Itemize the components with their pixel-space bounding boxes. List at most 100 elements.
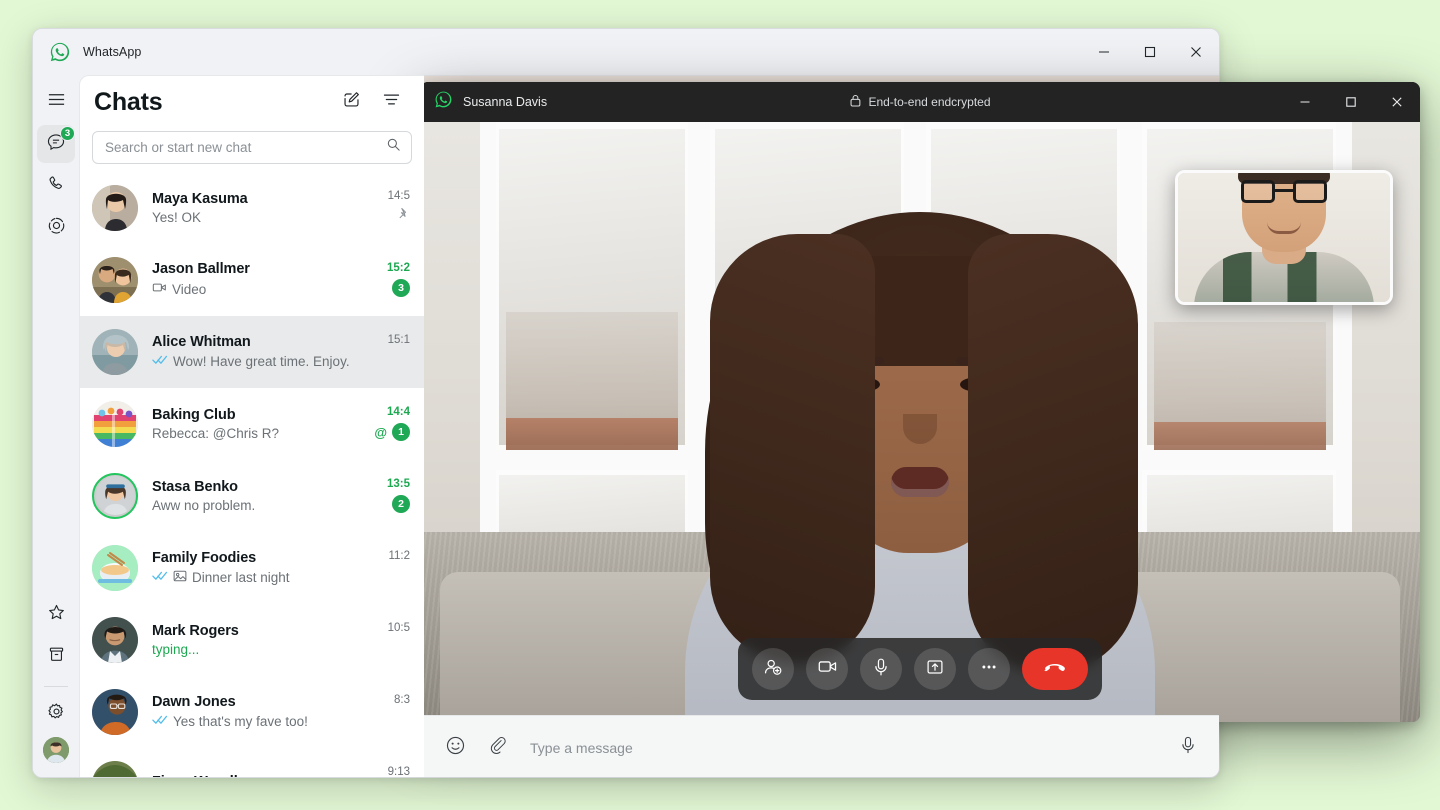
- message-composer: [424, 715, 1219, 777]
- chat-meta: Alice Whitman Wow! Have great time. Enjo…: [152, 334, 366, 369]
- gear-icon: [47, 702, 66, 726]
- avatar: [92, 616, 138, 663]
- chat-time: 14:5: [387, 190, 410, 202]
- table-row[interactable]: Ziggy Woodley 9:13: [80, 748, 424, 777]
- chat-time: 15:1: [387, 334, 410, 346]
- table-row[interactable]: Jason Ballmer Video 15:2 3: [80, 244, 424, 316]
- avatar: [92, 472, 138, 519]
- hamburger-menu-icon: [47, 90, 66, 114]
- preview-text: Dinner last night: [192, 569, 290, 585]
- video-call-window: Susanna Davis End-to-end endcrypted: [420, 82, 1420, 722]
- chat-right: 13:5 2: [366, 478, 410, 513]
- voice-message-button[interactable]: [1175, 735, 1201, 761]
- unread-badge: 1: [392, 423, 410, 441]
- chat-meta: Maya Kasuma Yes! OK: [152, 191, 366, 225]
- maximize-button[interactable]: [1127, 29, 1173, 75]
- message-input[interactable]: [530, 739, 1159, 756]
- more-options-button[interactable]: [968, 648, 1010, 690]
- sidebar-item-settings[interactable]: [37, 695, 75, 733]
- chat-name: Alice Whitman: [152, 334, 251, 350]
- chat-name: Mark Rogers: [152, 622, 239, 639]
- video-camera-icon: [817, 656, 838, 682]
- screen-share-icon: [925, 657, 945, 682]
- new-chat-button[interactable]: [334, 85, 368, 119]
- add-participant-button[interactable]: [752, 648, 794, 690]
- double-check-icon: [152, 353, 168, 369]
- toggle-camera-button[interactable]: [806, 648, 848, 690]
- unread-badge: 3: [392, 279, 410, 297]
- chat-meta: Ziggy Woodley: [152, 774, 366, 777]
- chat-right: 10:5: [366, 622, 410, 657]
- sidebar-item-starred[interactable]: [37, 596, 75, 634]
- whatsapp-logo-icon: [434, 90, 453, 114]
- paperclip-icon: [487, 735, 508, 761]
- chat-list-header: Chats: [80, 76, 424, 129]
- chat-right: 15:1: [366, 334, 410, 369]
- call-minimize-button[interactable]: [1282, 82, 1328, 122]
- chat-right: 8:3: [366, 694, 410, 729]
- attach-button[interactable]: [484, 735, 510, 761]
- chats-unread-badge: 3: [60, 126, 75, 141]
- end-call-button[interactable]: [1022, 648, 1088, 690]
- sidebar-item-chats[interactable]: 3: [37, 125, 75, 163]
- avatar: [92, 400, 138, 447]
- whatsapp-logo-icon: [49, 41, 71, 63]
- emoji-button[interactable]: [442, 735, 468, 761]
- call-caller-info: Susanna Davis: [434, 90, 547, 114]
- nav-divider: [44, 686, 68, 687]
- minimize-button[interactable]: [1081, 29, 1127, 75]
- table-row[interactable]: Mark Rogers typing... 10:5: [80, 604, 424, 676]
- avatar: [92, 544, 138, 591]
- end-call-handset-icon: [1042, 654, 1068, 685]
- call-caller-name: Susanna Davis: [463, 95, 548, 109]
- encryption-label: End-to-end endcrypted: [868, 95, 991, 109]
- chat-preview: Rebecca: @Chris R?: [152, 426, 358, 441]
- chat-meta: Baking Club Rebecca: @Chris R?: [152, 407, 366, 441]
- sidebar-item-archived[interactable]: [37, 638, 75, 676]
- sidebar-item-status[interactable]: [37, 209, 75, 247]
- table-row[interactable]: Dawn Jones Yes that's my fave too! 8:3: [80, 676, 424, 748]
- toggle-microphone-button[interactable]: [860, 648, 902, 690]
- search-container: [80, 129, 424, 172]
- search-box[interactable]: [92, 130, 412, 164]
- self-view-video[interactable]: [1175, 170, 1393, 305]
- call-close-button[interactable]: [1374, 82, 1420, 122]
- chat-meta: Dawn Jones Yes that's my fave too!: [152, 694, 366, 729]
- page-title: Chats: [94, 87, 163, 116]
- avatar: [92, 328, 138, 375]
- table-row[interactable]: Maya Kasuma Yes! OK 14:5: [80, 172, 424, 244]
- badge-row: [397, 207, 410, 225]
- call-maximize-button[interactable]: [1328, 82, 1374, 122]
- table-row[interactable]: Stasa Benko Aww no problem. 13:5 2: [80, 460, 424, 532]
- filter-lines-icon: [382, 90, 401, 114]
- preview-text: Wow! Have great time. Enjoy.: [173, 353, 350, 369]
- chat-time: 15:2: [386, 262, 410, 274]
- sidebar-item-calls[interactable]: [37, 167, 75, 205]
- table-row[interactable]: Baking Club Rebecca: @Chris R? 14:4 @ 1: [80, 388, 424, 460]
- table-row[interactable]: Alice Whitman Wow! Have great time. Enjo…: [80, 315, 424, 388]
- filter-chats-button[interactable]: [374, 85, 408, 119]
- chat-meta: Jason Ballmer Video: [152, 261, 366, 298]
- hamburger-menu-button[interactable]: [37, 83, 75, 121]
- search-icon: [386, 137, 401, 157]
- double-check-icon: [152, 569, 168, 585]
- chat-list-scroll[interactable]: Maya Kasuma Yes! OK 14:5 Jason Ballmer V…: [80, 172, 424, 777]
- profile-avatar[interactable]: [43, 737, 69, 763]
- video-camera-icon: [152, 280, 167, 298]
- chat-preview: Yes! OK: [152, 210, 358, 225]
- lock-icon: [849, 94, 861, 110]
- chat-name: Family Foodies: [152, 549, 257, 566]
- search-input[interactable]: [105, 139, 386, 155]
- chat-right: 14:5: [366, 190, 410, 225]
- table-row[interactable]: Family Foodies Dinner last night 11:2: [80, 532, 424, 604]
- chat-name: Maya Kasuma: [152, 190, 248, 207]
- chat-meta: Family Foodies Dinner last night: [152, 550, 366, 586]
- close-button[interactable]: [1173, 29, 1219, 75]
- chat-right: 14:4 @ 1: [366, 406, 410, 441]
- call-window-controls: [1282, 82, 1420, 122]
- preview-text: typing...: [152, 641, 200, 657]
- chat-name: Stasa Benko: [152, 478, 238, 495]
- call-video-stage: [420, 122, 1420, 722]
- chat-list-actions: [334, 85, 408, 119]
- share-screen-button[interactable]: [914, 648, 956, 690]
